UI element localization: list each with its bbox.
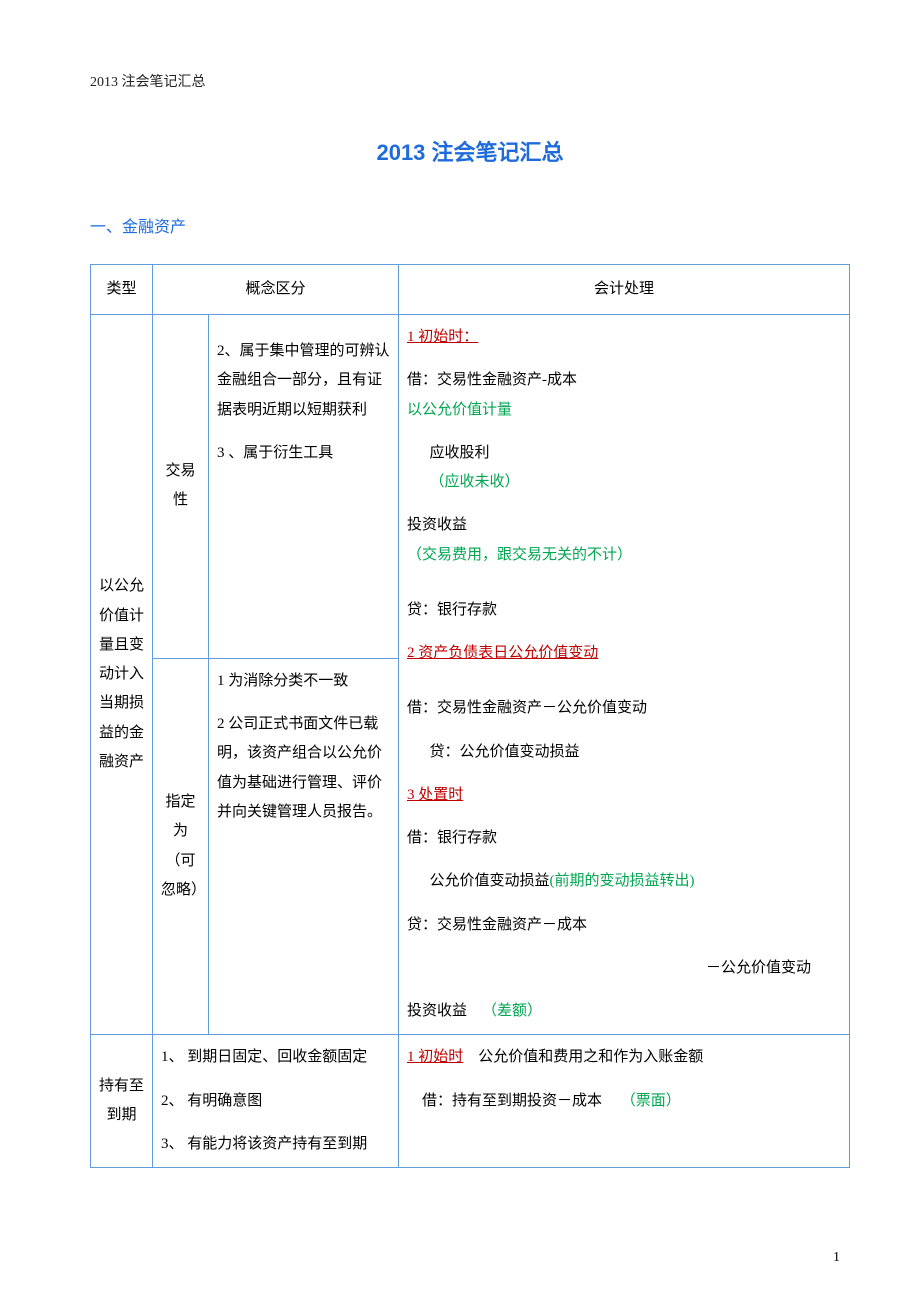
cell-concept-designated: 1 为消除分类不一致 2 公司正式书面文件已载明，该资产组合以公允价值为基础进行… — [209, 658, 399, 1034]
para: 2、属于集中管理的可辨认金融组合一部分，且有证据表明近期以短期获利 — [217, 337, 390, 425]
table-header-row: 类型 概念区分 会计处理 — [91, 264, 850, 314]
cell-type-htm: 持有至到期 — [91, 1035, 153, 1168]
cell-concept-htm: 1、 到期日固定、回收金额固定 2、 有明确意图 3、 有能力将该资产持有至到期 — [153, 1035, 399, 1168]
cell-type-fvtpl: 以公允价值计量且变动计入当期损益的金融资产 — [91, 315, 153, 1035]
running-header: 2013 注会笔记汇总 — [90, 70, 850, 97]
entry-line: 投资收益 — [407, 1003, 467, 1019]
cell-accounting-htm: 1 初始时 公允价值和费用之和作为入账金额 借：持有至到期投资－成本 （票面） — [399, 1035, 850, 1168]
entry-line: －公允价值变动 — [407, 954, 841, 983]
table-row: 持有至到期 1、 到期日固定、回收金额固定 2、 有明确意图 3、 有能力将该资… — [91, 1035, 850, 1168]
entry-note: (前期的变动损益转出) — [550, 873, 695, 889]
entry-line: 公允价值变动损益 — [407, 873, 550, 889]
cell-sub-trading: 交易性 — [153, 315, 209, 659]
th-accounting: 会计处理 — [399, 264, 850, 314]
entry-note: （票面） — [621, 1093, 681, 1109]
para: 3 、属于衍生工具 — [217, 439, 390, 468]
entry-line: 借：交易性金融资产－公允价值变动 — [407, 694, 841, 723]
entry-note: （应收未收） — [407, 468, 841, 497]
entry-line: 贷：公允价值变动损益 — [407, 738, 841, 767]
entry-note: （差额） — [482, 1003, 542, 1019]
entry-line: 借：交易性金融资产-成本 — [407, 372, 577, 388]
step-heading: 1 初始时： — [407, 329, 478, 345]
para: 2 公司正式书面文件已载明，该资产组合以公允价值为基础进行管理、评价并向关键管理… — [217, 710, 390, 827]
para: 1、 到期日固定、回收金额固定 — [161, 1043, 390, 1072]
step-heading: 3 处置时 — [407, 787, 463, 803]
cell-sub-designated: 指定为（可忽略） — [153, 658, 209, 1034]
entry-note: 以公允价值计量 — [407, 402, 512, 418]
notes-table: 类型 概念区分 会计处理 以公允价值计量且变动计入当期损益的金融资产 交易性 2… — [90, 264, 850, 1168]
entry-note: （交易费用，跟交易无关的不计） — [407, 547, 632, 563]
th-concept: 概念区分 — [153, 264, 399, 314]
cell-accounting-fvtpl: 1 初始时： 借：交易性金融资产-成本 以公允价值计量 应收股利 （应收未收） … — [399, 315, 850, 1035]
document-title: 2013 注会笔记汇总 — [90, 132, 850, 174]
step-heading: 1 初始时 — [407, 1049, 463, 1065]
para: 3、 有能力将该资产持有至到期 — [161, 1130, 390, 1159]
th-type: 类型 — [91, 264, 153, 314]
cell-concept-trading: 2、属于集中管理的可辨认金融组合一部分，且有证据表明近期以短期获利 3 、属于衍… — [209, 315, 399, 659]
entry-note: 公允价值和费用之和作为入账金额 — [478, 1049, 703, 1065]
step-heading: 2 资产负债表日公允价值变动 — [407, 645, 598, 661]
entry-line: 贷：交易性金融资产－成本 — [407, 911, 841, 940]
entry-line: 借：银行存款 — [407, 824, 841, 853]
page-number: 1 — [833, 1245, 840, 1272]
para: 1 为消除分类不一致 — [217, 667, 390, 696]
para: 2、 有明确意图 — [161, 1087, 390, 1116]
entry-line: 贷：银行存款 — [407, 596, 841, 625]
table-row: 以公允价值计量且变动计入当期损益的金融资产 交易性 2、属于集中管理的可辨认金融… — [91, 315, 850, 659]
entry-line: 借：持有至到期投资－成本 — [407, 1093, 602, 1109]
entry-line: 应收股利 — [407, 439, 841, 468]
entry-line: 投资收益 — [407, 517, 467, 533]
section-heading-1: 一、金融资产 — [90, 213, 850, 243]
